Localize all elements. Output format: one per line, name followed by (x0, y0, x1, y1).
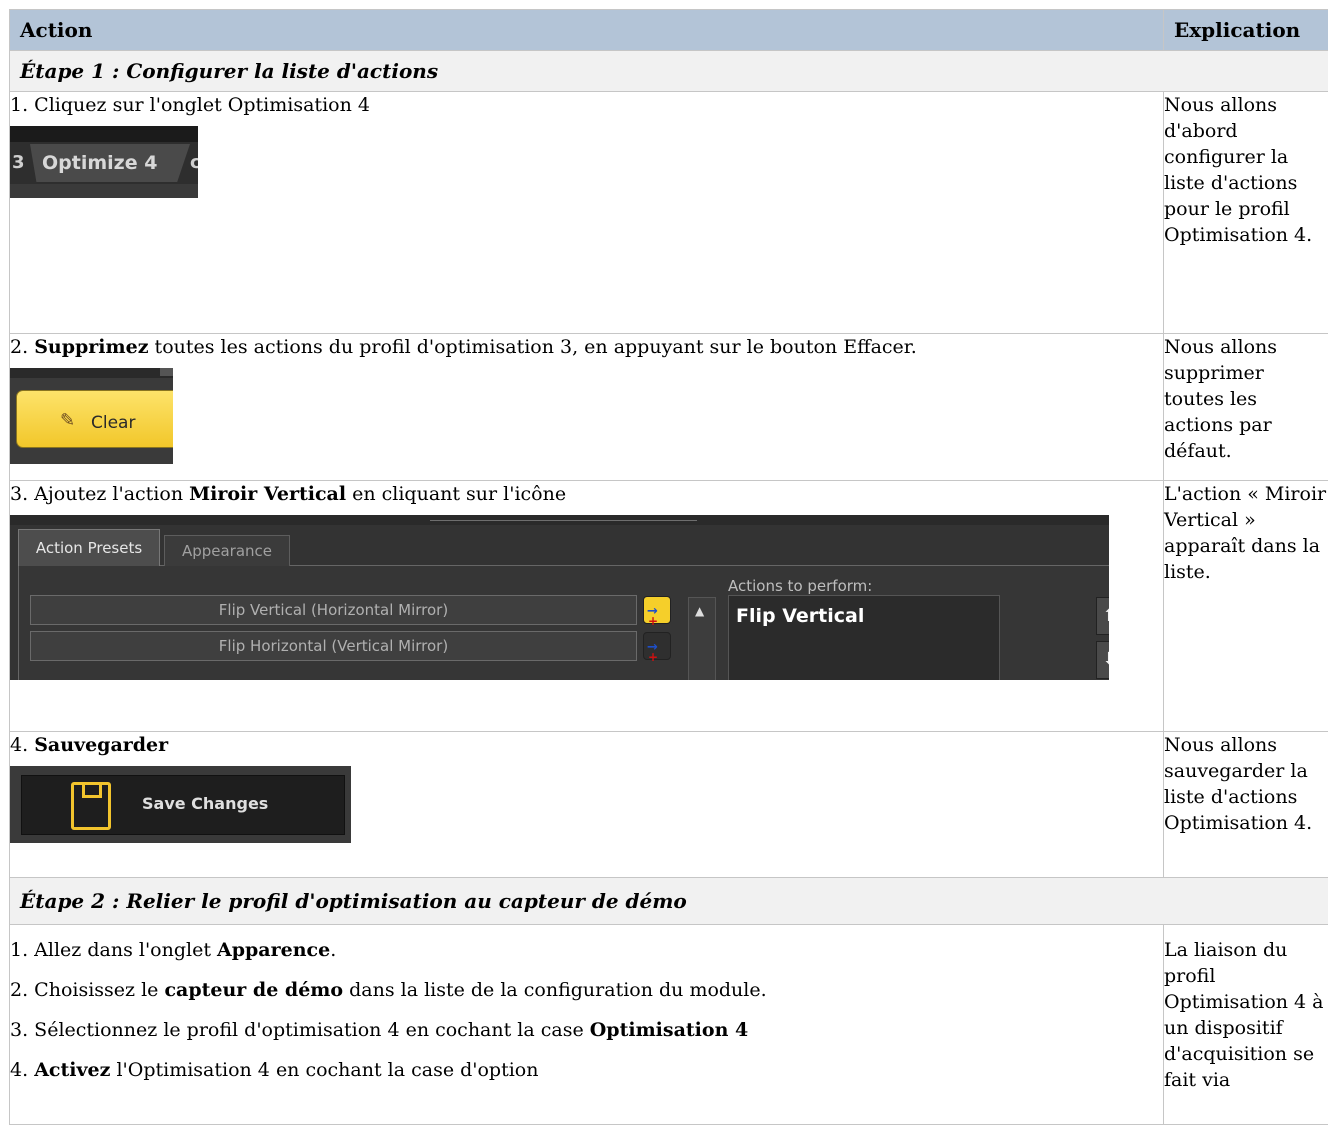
header-action: Action (10, 10, 1164, 51)
action-text: toutes les actions du profil d'optimisat… (149, 336, 917, 358)
action-cell-1: 1. Cliquez sur l'onglet Optimisation 4 3… (10, 92, 1164, 334)
instructions-table: Action Explication Étape 1 : Configurer … (9, 9, 1328, 1125)
optimize-4-tab-label: Optimize 4 (42, 150, 157, 176)
preset-scrollbar: ▲ (688, 597, 716, 680)
explication-cell-1: Nous allons d'abord configurer la liste … (1164, 92, 1328, 334)
explication-cell-step2: La liaison du profil Optimisation 4 à un… (1164, 925, 1328, 1125)
explication-cell-2: Nous allons supprimer toutes les actions… (1164, 334, 1328, 481)
action-cell-4: 4. Sauvegarder Save Changes (10, 732, 1164, 878)
step-number: 1. (10, 94, 28, 116)
action-bold: Miroir Vertical (189, 483, 346, 505)
prev-tab-fragment: 3 (12, 150, 25, 176)
step-2-row: Étape 2 : Relier le profil d'optimisatio… (10, 878, 1328, 925)
action-bold: Sauvegarder (34, 734, 168, 756)
header-explication: Explication (1164, 10, 1328, 51)
table-row: 2. Supprimez toutes les actions du profi… (10, 334, 1328, 481)
table-header-row: Action Explication (10, 10, 1328, 51)
save-button-screenshot: Save Changes (10, 766, 351, 843)
explication-cell-3: L'action « Miroir Vertical » apparaît da… (1164, 481, 1328, 732)
table-row: 1. Allez dans l'onglet Apparence. 2. Cho… (10, 925, 1328, 1125)
action-text: Cliquez sur l'onglet Optimisation 4 (28, 94, 370, 116)
action-cell-step2: 1. Allez dans l'onglet Apparence. 2. Cho… (10, 925, 1164, 1125)
scroll-up-icon: ▲ (695, 598, 704, 624)
move-up-icon: ⬆ (1096, 597, 1109, 635)
clear-button-label: Clear (91, 410, 135, 436)
action-cell-2: 2. Supprimez toutes les actions du profi… (10, 334, 1164, 481)
add-action-icon: →+ (643, 596, 671, 624)
action-text: en cliquant sur l'icône (346, 483, 566, 505)
perform-item-flip-vertical: Flip Vertical (736, 603, 864, 629)
next-tab-fragment: c (190, 150, 198, 176)
save-changes-label: Save Changes (142, 791, 268, 817)
explication-cell-4: Nous allons sauvegarder la liste d'actio… (1164, 732, 1328, 878)
preset-flip-horizontal: Flip Horizontal (Vertical Mirror) (30, 631, 637, 661)
step-number: 4. (10, 734, 28, 756)
action-bold: Supprimez (34, 336, 148, 358)
optimize-tab-screenshot: 3 Optimize 4 c (10, 126, 198, 198)
preset-flip-vertical: Flip Vertical (Horizontal Mirror) (30, 595, 637, 625)
table-row: 4. Sauvegarder Save Changes Nous allons … (10, 732, 1328, 878)
step-number: 3. (10, 483, 28, 505)
table-row: 1. Cliquez sur l'onglet Optimisation 4 3… (10, 92, 1328, 334)
step-number: 2. (10, 336, 28, 358)
tab-action-presets: Action Presets (18, 529, 160, 566)
action-presets-screenshot: Action Presets Appearance Actions to per… (10, 515, 1109, 680)
step-1-row: Étape 1 : Configurer la liste d'actions (10, 51, 1328, 92)
tab-appearance: Appearance (164, 535, 290, 566)
action-cell-3: 3. Ajoutez l'action Miroir Vertical en c… (10, 481, 1164, 732)
add-action-icon: →+ (643, 632, 671, 660)
step-2-title: Étape 2 : Relier le profil d'optimisatio… (10, 878, 1328, 925)
step-1-title: Étape 1 : Configurer la liste d'actions (10, 51, 1328, 92)
floppy-disk-icon (71, 782, 111, 830)
eraser-icon: ✎ (60, 408, 80, 428)
move-down-icon: ⬇ (1096, 641, 1109, 679)
clear-button-screenshot: ✎ Clear (10, 368, 173, 464)
table-row: 3. Ajoutez l'action Miroir Vertical en c… (10, 481, 1328, 732)
